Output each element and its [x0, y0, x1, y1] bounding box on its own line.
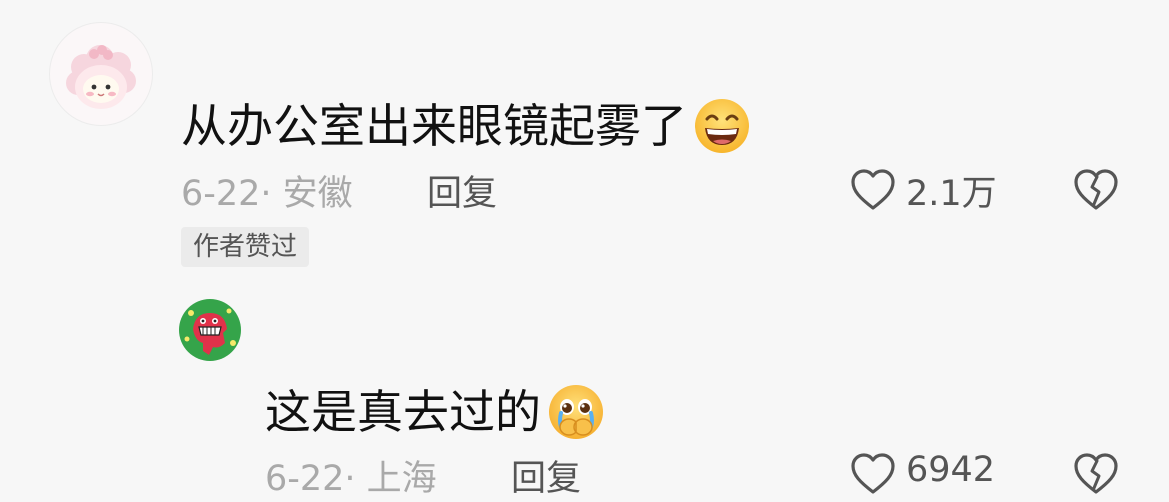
broken-heart-icon[interactable]	[1073, 452, 1119, 496]
cartoon-dinosaur-avatar-icon	[184, 308, 236, 355]
avatar[interactable]	[179, 299, 241, 361]
heart-icon[interactable]	[850, 452, 896, 496]
reply-button[interactable]: 回复	[427, 165, 497, 216]
comment-text-content: 这是真去过的	[265, 385, 541, 439]
comment-text: 从办公室出来眼镜起雾了	[181, 90, 751, 159]
comment-meta: 6-22· 安徽	[181, 174, 353, 214]
teary-pleading-emoji-icon	[547, 383, 605, 441]
like-count: 2.1万	[906, 174, 997, 214]
broken-heart-icon[interactable]	[1073, 168, 1119, 212]
comment-meta: 6-22· 上海	[265, 459, 437, 499]
comment-text: 这是真去过的	[265, 376, 605, 445]
like-count: 6942	[906, 450, 996, 490]
comment-text-content: 从办公室出来眼镜起雾了	[181, 99, 687, 153]
sheep-avatar-icon	[66, 45, 136, 109]
username[interactable]	[265, 318, 545, 340]
reply-button[interactable]: 回复	[511, 450, 581, 501]
author-liked-badge: 作者赞过	[181, 227, 310, 267]
avatar[interactable]	[49, 22, 153, 126]
heart-icon[interactable]	[850, 168, 896, 212]
grinning-sweat-emoji-icon	[693, 97, 751, 155]
